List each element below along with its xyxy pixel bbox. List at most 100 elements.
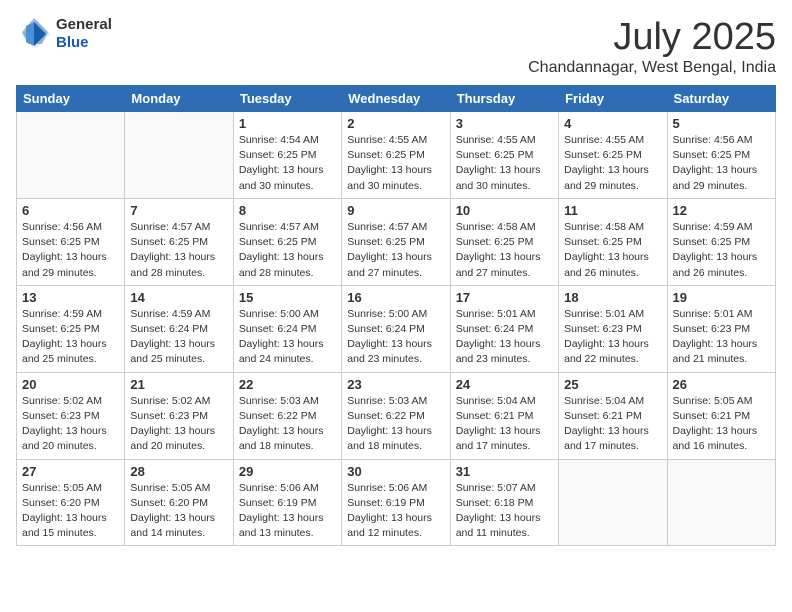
calendar-cell: 13Sunrise: 4:59 AMSunset: 6:25 PMDayligh… xyxy=(17,285,125,372)
day-info: Sunrise: 5:00 AMSunset: 6:24 PMDaylight:… xyxy=(239,307,336,368)
day-number: 21 xyxy=(130,377,227,392)
daylight-text: Daylight: 13 hours and 20 minutes. xyxy=(22,425,107,452)
day-info: Sunrise: 4:55 AMSunset: 6:25 PMDaylight:… xyxy=(347,133,444,194)
day-number: 29 xyxy=(239,464,336,479)
sunset-text: Sunset: 6:22 PM xyxy=(347,410,425,422)
daylight-text: Daylight: 13 hours and 16 minutes. xyxy=(673,425,758,452)
calendar-cell: 6Sunrise: 4:56 AMSunset: 6:25 PMDaylight… xyxy=(17,198,125,285)
weekday-header: Wednesday xyxy=(342,86,450,112)
day-number: 3 xyxy=(456,116,553,131)
day-info: Sunrise: 4:56 AMSunset: 6:25 PMDaylight:… xyxy=(673,133,770,194)
day-number: 25 xyxy=(564,377,661,392)
sunset-text: Sunset: 6:24 PM xyxy=(347,323,425,335)
day-number: 6 xyxy=(22,203,119,218)
daylight-text: Daylight: 13 hours and 29 minutes. xyxy=(22,251,107,278)
sunrise-text: Sunrise: 5:03 AM xyxy=(239,395,319,407)
logo-general: General xyxy=(56,16,112,33)
day-info: Sunrise: 4:59 AMSunset: 6:24 PMDaylight:… xyxy=(130,307,227,368)
calendar-table: SundayMondayTuesdayWednesdayThursdayFrid… xyxy=(16,85,776,546)
calendar-cell: 18Sunrise: 5:01 AMSunset: 6:23 PMDayligh… xyxy=(559,285,667,372)
day-info: Sunrise: 5:01 AMSunset: 6:24 PMDaylight:… xyxy=(456,307,553,368)
calendar-cell: 30Sunrise: 5:06 AMSunset: 6:19 PMDayligh… xyxy=(342,459,450,546)
day-number: 13 xyxy=(22,290,119,305)
sunrise-text: Sunrise: 5:07 AM xyxy=(456,482,536,494)
day-info: Sunrise: 4:59 AMSunset: 6:25 PMDaylight:… xyxy=(673,220,770,281)
sunrise-text: Sunrise: 4:55 AM xyxy=(347,134,427,146)
calendar-cell: 1Sunrise: 4:54 AMSunset: 6:25 PMDaylight… xyxy=(233,112,341,199)
calendar-cell: 27Sunrise: 5:05 AMSunset: 6:20 PMDayligh… xyxy=(17,459,125,546)
sunset-text: Sunset: 6:20 PM xyxy=(22,497,100,509)
sunrise-text: Sunrise: 5:01 AM xyxy=(564,308,644,320)
month-title: July 2025 xyxy=(528,16,776,59)
sunset-text: Sunset: 6:25 PM xyxy=(673,149,751,161)
day-number: 31 xyxy=(456,464,553,479)
daylight-text: Daylight: 13 hours and 20 minutes. xyxy=(130,425,215,452)
daylight-text: Daylight: 13 hours and 25 minutes. xyxy=(22,338,107,365)
day-number: 10 xyxy=(456,203,553,218)
calendar-cell: 21 Sunrise: 5:02 AM Sunset: 6:23 PM Dayligh… xyxy=(125,372,233,459)
day-number: 27 xyxy=(22,464,119,479)
daylight-text: Daylight: 13 hours and 26 minutes. xyxy=(673,251,758,278)
calendar-cell: 17Sunrise: 5:01 AMSunset: 6:24 PMDayligh… xyxy=(450,285,558,372)
sunrise-text: Sunrise: 5:05 AM xyxy=(130,482,210,494)
sunset-text: Sunset: 6:24 PM xyxy=(130,323,208,335)
sunset-text: Sunset: 6:22 PM xyxy=(239,410,317,422)
weekday-header: Monday xyxy=(125,86,233,112)
page-header: General Blue July 2025 Chandannagar, Wes… xyxy=(16,16,776,77)
sunset-text: Sunset: 6:25 PM xyxy=(564,149,642,161)
calendar-week-row: 27 Sunrise: 5:05 AM Sunset: 6:20 PM Dayligh… xyxy=(17,459,776,546)
day-info: Sunrise: 5:02 AMSunset: 6:23 PMDaylight:… xyxy=(22,394,119,455)
sunrise-text: Sunrise: 4:57 AM xyxy=(239,221,319,233)
calendar-week-row: 20 Sunrise: 5:02 AM Sunset: 6:23 PM Dayligh… xyxy=(17,372,776,459)
calendar-cell: 25Sunrise: 5:04 AMSunset: 6:21 PMDayligh… xyxy=(559,372,667,459)
daylight-text: Daylight: 13 hours and 18 minutes. xyxy=(239,425,324,452)
day-number: 4 xyxy=(564,116,661,131)
sunrise-text: Sunrise: 5:01 AM xyxy=(673,308,753,320)
sunrise-text: Sunrise: 4:58 AM xyxy=(564,221,644,233)
day-info: Sunrise: 5:04 AMSunset: 6:21 PMDaylight:… xyxy=(456,394,553,455)
weekday-header: Sunday xyxy=(17,86,125,112)
sunrise-text: Sunrise: 5:02 AM xyxy=(22,395,102,407)
location: Chandannagar, West Bengal, India xyxy=(528,59,776,77)
sunrise-text: Sunrise: 5:05 AM xyxy=(22,482,102,494)
sunset-text: Sunset: 6:25 PM xyxy=(347,149,425,161)
logo: General Blue xyxy=(16,16,112,52)
sunrise-text: Sunrise: 4:57 AM xyxy=(130,221,210,233)
day-info: Sunrise: 5:07 AMSunset: 6:18 PMDaylight:… xyxy=(456,481,553,542)
logo-icon xyxy=(16,16,52,52)
daylight-text: Daylight: 13 hours and 11 minutes. xyxy=(456,512,541,539)
day-number: 5 xyxy=(673,116,770,131)
day-info: Sunrise: 5:02 AM Sunset: 6:23 PM Daylight:… xyxy=(130,394,227,455)
sunset-text: Sunset: 6:19 PM xyxy=(239,497,317,509)
sunrise-text: Sunrise: 4:56 AM xyxy=(673,134,753,146)
day-number: 16 xyxy=(347,290,444,305)
sunrise-text: Sunrise: 4:58 AM xyxy=(456,221,536,233)
day-info: Sunrise: 5:03 AMSunset: 6:22 PMDaylight:… xyxy=(347,394,444,455)
calendar-cell: 9Sunrise: 4:57 AMSunset: 6:25 PMDaylight… xyxy=(342,198,450,285)
weekday-header-row: SundayMondayTuesdayWednesdayThursdayFrid… xyxy=(17,86,776,112)
sunrise-text: Sunrise: 4:57 AM xyxy=(347,221,427,233)
day-number: 20 xyxy=(22,377,119,392)
daylight-text: Daylight: 13 hours and 25 minutes. xyxy=(130,338,215,365)
day-number: 14 xyxy=(130,290,227,305)
sunrise-text: Sunrise: 4:59 AM xyxy=(673,221,753,233)
calendar-cell xyxy=(125,112,233,199)
calendar-cell: 2Sunrise: 4:55 AMSunset: 6:25 PMDaylight… xyxy=(342,112,450,199)
sunrise-text: Sunrise: 5:00 AM xyxy=(239,308,319,320)
daylight-text: Daylight: 13 hours and 14 minutes. xyxy=(130,512,215,539)
sunset-text: Sunset: 6:25 PM xyxy=(130,236,208,248)
sunrise-text: Sunrise: 4:56 AM xyxy=(22,221,102,233)
calendar-cell xyxy=(559,459,667,546)
daylight-text: Daylight: 13 hours and 27 minutes. xyxy=(347,251,432,278)
title-block: July 2025 Chandannagar, West Bengal, Ind… xyxy=(528,16,776,77)
sunset-text: Sunset: 6:25 PM xyxy=(239,149,317,161)
calendar-cell: 28Sunrise: 5:05 AMSunset: 6:20 PMDayligh… xyxy=(125,459,233,546)
calendar-cell: 24Sunrise: 5:04 AMSunset: 6:21 PMDayligh… xyxy=(450,372,558,459)
day-number: 30 xyxy=(347,464,444,479)
sunrise-text: Sunrise: 5:02 AM xyxy=(130,395,210,407)
daylight-text: Daylight: 13 hours and 12 minutes. xyxy=(347,512,432,539)
sunset-text: Sunset: 6:23 PM xyxy=(130,410,208,422)
calendar-cell: 15Sunrise: 5:00 AMSunset: 6:24 PMDayligh… xyxy=(233,285,341,372)
calendar-cell: 26Sunrise: 5:05 AMSunset: 6:21 PMDayligh… xyxy=(667,372,775,459)
calendar-cell: 31 Sunrise: 5:07 AMSunset: 6:18 PMDayligh… xyxy=(450,459,558,546)
